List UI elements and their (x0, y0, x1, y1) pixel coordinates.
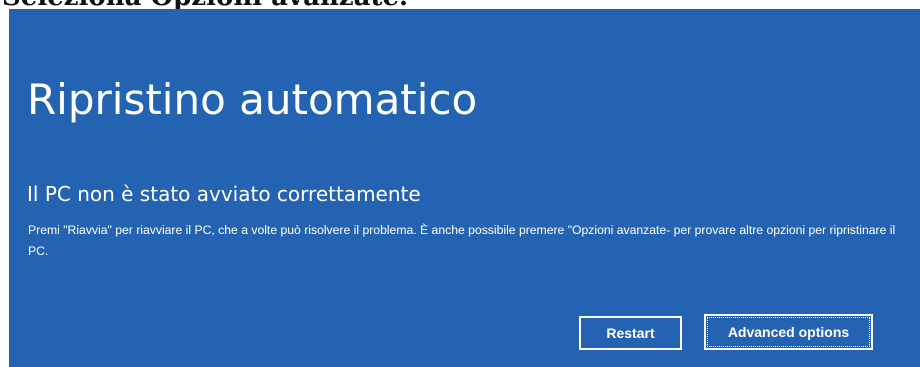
page: Seleziona Opzioni avanzate. Ripristino a… (0, 0, 920, 367)
error-message: Premi "Riavvia" per riavviare il PC, che… (28, 223, 896, 258)
page-title: Ripristino automatico (27, 75, 478, 124)
error-heading: Il PC non è stato avviato correttamente (27, 182, 421, 206)
advanced-options-button[interactable]: Advanced options (704, 314, 873, 350)
recovery-screen: Ripristino automatico Il PC non è stato … (9, 9, 920, 367)
advanced-options-button-label: Advanced options (707, 317, 870, 347)
restart-button[interactable]: Restart (579, 316, 682, 350)
restart-button-label: Restart (606, 325, 655, 341)
